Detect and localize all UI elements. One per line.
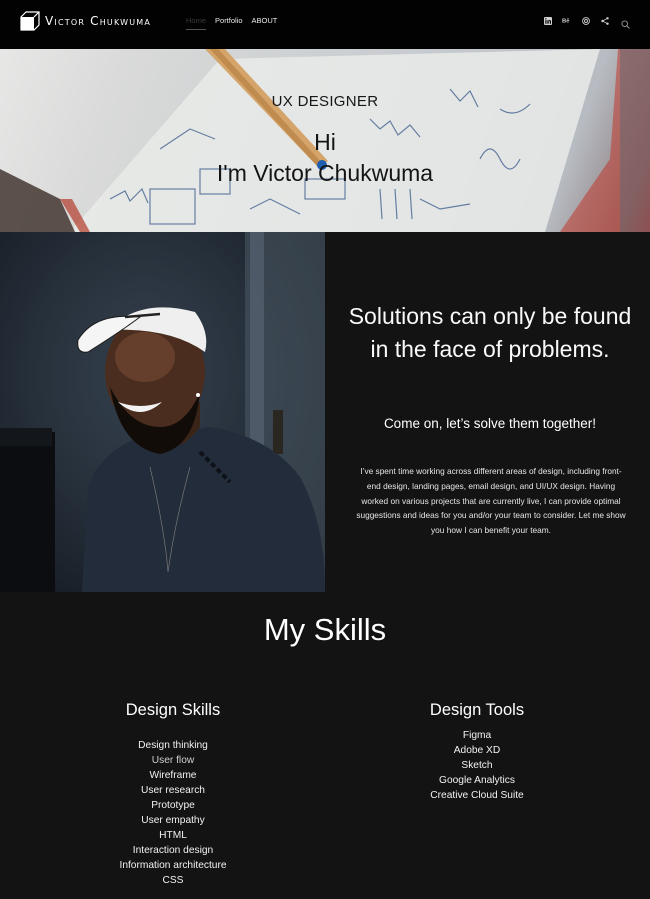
skill-item: Prototype [151,800,195,811]
profile-photo [0,232,325,592]
tool-item: Google Analytics [439,775,515,786]
design-tools-column: Design Tools Figma Adobe XD Sketch Googl… [377,701,577,803]
share-icon[interactable] [600,16,609,25]
hero-subtitle: UX DESIGNER [271,93,379,110]
behance-icon[interactable]: Bē [562,16,571,25]
skill-item: CSS [162,875,184,886]
nav-portfolio[interactable]: Portfolio [215,16,243,29]
linkedin-icon[interactable] [543,16,552,25]
search-icon[interactable] [621,16,630,29]
design-tools-heading: Design Tools [429,701,525,719]
main-nav: Home Portfolio ABOUT [186,16,278,30]
design-skills-heading: Design Skills [125,701,221,719]
about-section: Solutions can only be found in the face … [0,232,650,592]
hero-banner: UX DESIGNER Hi I'm Victor Chukwuma [0,49,650,232]
tool-item: Adobe XD [453,745,501,756]
skill-item: Wireframe [149,770,197,781]
social-links: Bē [543,16,609,25]
skill-item: HTML [159,830,187,841]
skill-item: Information architecture [119,860,227,871]
skill-item: User research [141,785,205,796]
about-tagline: Come on, let’s solve them together! [383,416,597,431]
skill-item: Interaction design [132,845,214,856]
hero-greeting: Hi [314,129,336,155]
tool-item: Figma [462,730,492,741]
hero-name: I'm Victor Chukwuma [216,160,434,186]
cube-icon [20,11,40,31]
nav-home[interactable]: Home [186,16,207,30]
logo-text: Victor Chukwuma [45,14,152,28]
site-header: Victor Chukwuma Home Portfolio ABOUT Bē [0,0,650,49]
logo[interactable]: Victor Chukwuma [20,11,151,31]
nav-about[interactable]: ABOUT [252,16,278,29]
skill-item: User flow [151,755,195,766]
about-bio: I’ve spent time working across different… [356,466,626,536]
skills-heading: My Skills [263,612,387,647]
about-quote: Solutions can only be found in the face … [348,303,632,362]
tool-item: Creative Cloud Suite [430,790,524,801]
skill-item: Design thinking [138,740,208,751]
instagram-icon[interactable] [581,16,590,25]
svg-text:Bē: Bē [562,19,570,24]
design-skills-column: Design Skills Design thinking User flow … [73,701,273,888]
tool-item: Sketch [461,760,493,771]
skill-item: User empathy [141,815,205,826]
